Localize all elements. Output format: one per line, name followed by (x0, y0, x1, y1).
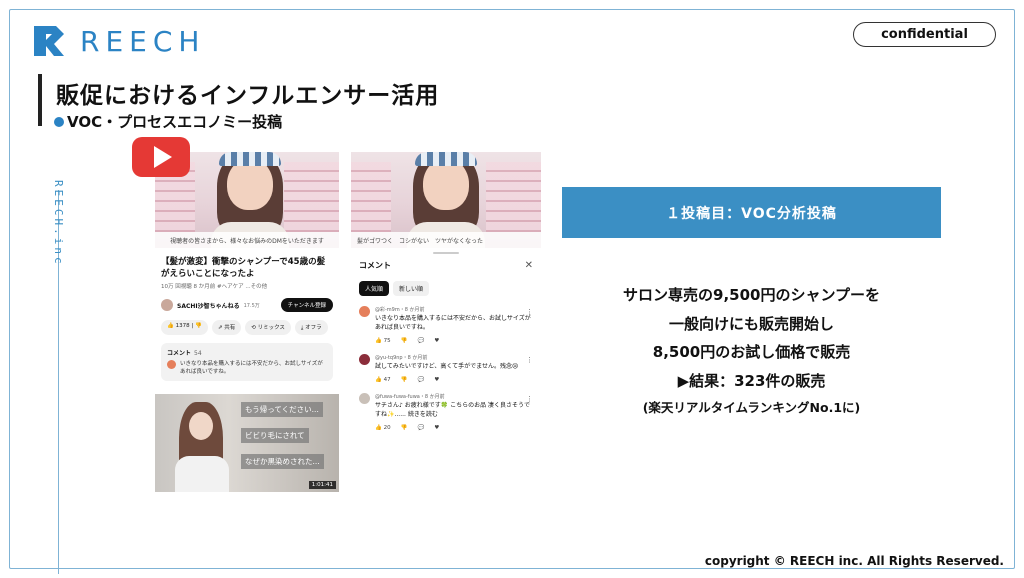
reply-icon[interactable]: 💬 (417, 425, 424, 431)
comments-preview[interactable]: コメント 54 いきなり本品を購入するには不安だから、お試しサイズがあれば良いです… (161, 343, 333, 381)
video-caption: 髪がゴワつく コシがない ツヤがなくなった (351, 232, 541, 248)
more-icon[interactable]: ⋮ (526, 395, 533, 403)
comments-sheet-screenshot: 髪がゴワつく コシがない ツヤがなくなった コメント ✕ 人気順 新しい順 @彩… (351, 152, 541, 492)
brand-name: REECH (80, 24, 206, 58)
thumbs-up-icon: 👍 (167, 323, 174, 329)
video-title: 【髪が激変】衝撃のシャンプーで45歳の髪がえらいことになったよ (161, 257, 326, 279)
top-comment-text: いきなり本品を購入するには不安だから、お試しサイズがあれば良いですね。 (180, 361, 323, 375)
title-accent-bar (38, 74, 42, 126)
more-icon[interactable]: ⋮ (526, 308, 533, 316)
vertical-brand-text: REECH.inc (52, 180, 65, 267)
description-line: 8,500円のお試し価格で販売 (652, 343, 851, 361)
post-description: サロン専売の9,500円のシャンプーを 一般向けにも販売開始し 8,500円のお… (562, 281, 941, 421)
comment-text: いきなり本品を購入するには不安だから、お試しサイズがあれば良いですね。 (375, 315, 531, 331)
channel-name[interactable]: SACHI沙智ちゃんねる (177, 301, 240, 310)
avatar[interactable] (359, 306, 370, 317)
result-line: ▶結果：323件の販売 (677, 371, 826, 390)
reech-logo-icon (34, 26, 64, 56)
thumbnail-overlay-text: なぜか黒染めされた... (241, 454, 324, 469)
thumbnail-overlay-text: もう帰ってください... (241, 402, 323, 417)
bullet-dot-icon (54, 116, 64, 127)
ranking-note: (楽天リアルタイムランキングNo.1に) (642, 400, 861, 415)
like-button[interactable]: 👍 20 (375, 425, 391, 431)
page-subtitle: VOC・プロセスエコノミー投稿 (54, 111, 282, 132)
avatar[interactable] (359, 354, 370, 365)
list-item: @彩-m9m・8 か月前 いきなり本品を購入するには不安だから、お試しサイズがあ… (351, 296, 541, 344)
avatar (167, 360, 176, 369)
page-title: 販促におけるインフルエンサー活用 (56, 83, 440, 109)
channel-row: SACHI沙智ちゃんねる 17.5万 チャンネル登録 (155, 290, 339, 312)
thumbnail-overlay-text: ビビり毛にされて (241, 428, 309, 443)
subscribe-button[interactable]: チャンネル登録 (280, 298, 333, 312)
youtube-logo-icon (132, 137, 190, 177)
chip-newest[interactable]: 新しい順 (393, 281, 430, 296)
download-icon: ⤓ (300, 325, 304, 331)
description-line: 一般向けにも販売開始し (668, 314, 834, 333)
post-heading-box: １投稿目：VOC分析投稿 (562, 187, 941, 238)
comments-label: コメント (167, 350, 192, 357)
video-duration: 1:01:41 (308, 481, 336, 489)
avatar[interactable] (161, 299, 173, 311)
chip-popular[interactable]: 人気順 (359, 281, 390, 296)
video-page-screenshot: 視聴者の皆さまから、様々なお悩みのDMをいただきます 【髪が激変】衝撃のシャンプ… (155, 152, 339, 492)
list-item: @fuwa-fuwa-fuwa・8 か月前 サチさん♪ お疲れ様です🍀 こちらの… (351, 383, 541, 431)
video-meta: 10万 回視聴 8 か月前 #ヘアケア ...その他 (161, 284, 268, 290)
heart-icon: ♥ (434, 425, 440, 431)
sheet-title: コメント (359, 261, 391, 270)
comment-text: 試してみたいですけど、高くて手がでません。残念😢 (375, 363, 519, 370)
close-icon[interactable]: ✕ (525, 260, 533, 271)
subscriber-count: 17.5万 (243, 302, 260, 309)
copyright-footer: copyright © REECH inc. All Rights Reserv… (704, 554, 1004, 568)
comment-text: サチさん♪ お疲れ様です🍀 こちらのお品 凄く良さそうですね✨...... 続き… (375, 402, 531, 418)
comment-user[interactable]: @yu-tq9np・8 か月前 (375, 354, 533, 361)
brand-logo: REECH (32, 24, 205, 58)
thumbs-down-icon: 👎 (194, 323, 202, 329)
share-button[interactable]: ⇗ 共有 (211, 320, 242, 335)
like-button[interactable]: 👍 1378 | 👎 (161, 320, 208, 335)
thumbs-up-icon: 👍 (375, 425, 382, 431)
subtitle-text: VOC・プロセスエコノミー投稿 (67, 113, 283, 131)
remix-button[interactable]: ⟲ リミックス (245, 320, 291, 335)
avatar[interactable] (359, 393, 370, 404)
list-item: @yu-tq9np・8 か月前 試してみたいですけど、高くて手がでません。残念😢… (351, 344, 541, 383)
share-icon: ⇗ (217, 325, 223, 331)
more-icon[interactable]: ⋮ (526, 356, 533, 364)
offline-button[interactable]: ⤓ オフラ (294, 320, 328, 335)
comment-user[interactable]: @彩-m9m・8 か月前 (375, 306, 533, 313)
confidential-badge: confidential (853, 22, 996, 47)
related-video-thumbnail[interactable]: もう帰ってください... ビビり毛にされて なぜか黒染めされた... 1:01:… (155, 394, 339, 492)
comment-user[interactable]: @fuwa-fuwa-fuwa・8 か月前 (375, 393, 533, 400)
action-bar: 👍 1378 | 👎 ⇗ 共有 ⟲ リミックス ⤓ オフラ (155, 312, 339, 335)
comments-count: 54 (194, 350, 202, 357)
description-line: サロン専売の9,500円のシャンプーを (623, 286, 880, 304)
remix-icon: ⟲ (251, 325, 256, 331)
thumbs-down-icon[interactable]: 👎 (401, 425, 408, 431)
video-player[interactable]: 髪がゴワつく コシがない ツヤがなくなった (351, 152, 541, 248)
video-caption: 視聴者の皆さまから、様々なお悩みのDMをいただきます (155, 232, 339, 248)
